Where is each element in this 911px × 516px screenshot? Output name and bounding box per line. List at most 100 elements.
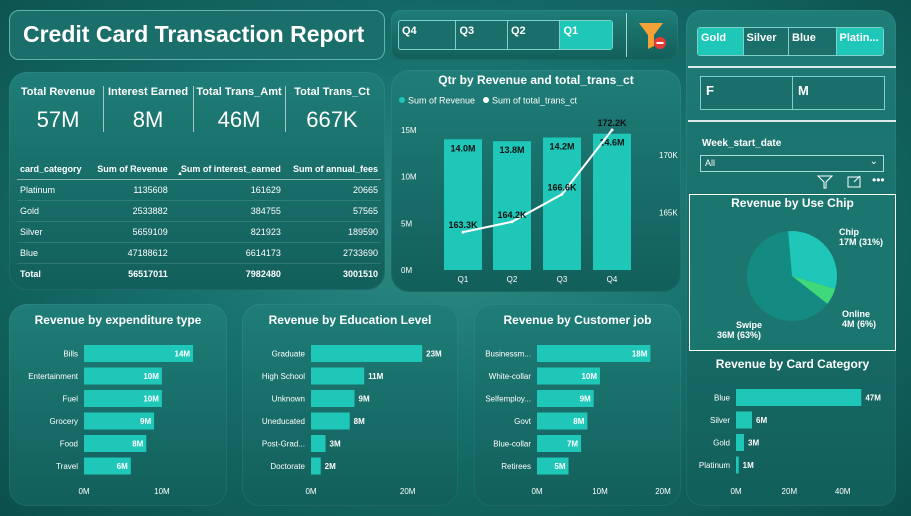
kpi-total-revenue: Total Revenue 57M (14, 86, 102, 133)
point-trans-ct-q3[interactable] (560, 192, 564, 196)
point-trans-ct-q1[interactable] (461, 230, 465, 234)
expenditure-chart-title: Revenue by expenditure type (34, 313, 202, 327)
category-label-businessm: Businessm... (485, 350, 531, 359)
slicer-divider (626, 13, 627, 57)
quarter-slicer: Q4 Q3 Q2 Q1 (398, 20, 613, 50)
table-cell: 3001510 (283, 263, 381, 284)
quarter-option-q4[interactable]: Q4 (399, 21, 457, 49)
quarter-option-q3[interactable]: Q3 (456, 21, 508, 49)
legend-marker-revenue (399, 97, 405, 103)
x-tick-label: Q4 (607, 275, 618, 284)
kpi-label: Total Revenue (20, 86, 96, 98)
table-cell: 2733690 (283, 242, 381, 264)
category-label-unknown: Unknown (272, 395, 305, 404)
pie-label-swipe-value: 36M (63%) (717, 330, 761, 340)
pie-label-chip-value: 17M (31%) (839, 237, 883, 247)
bar-revenue-q4[interactable] (593, 133, 631, 270)
data-label-silver: 6M (756, 416, 767, 425)
column-header[interactable]: card_category (17, 160, 90, 180)
y-tick-label: 0M (401, 266, 412, 275)
data-label-businessm: 18M (632, 350, 648, 359)
table-header-row: card_category Sum of Revenue Sum of inte… (17, 160, 381, 180)
bar-post-grad[interactable] (311, 435, 326, 452)
category-label-selfemploy: Selfemploy... (485, 395, 531, 404)
bar-graduate[interactable] (311, 345, 423, 362)
week-filter-dropdown[interactable]: All ⌄ (700, 155, 884, 172)
table-cell: Blue (17, 242, 90, 264)
legend-label-trans-ct: Sum of total_trans_ct (492, 96, 578, 106)
bar-unknown[interactable] (311, 390, 355, 407)
line-trans-ct (462, 129, 613, 234)
data-label-fuel: 10M (143, 395, 159, 404)
data-label-unknown: 9M (359, 395, 370, 404)
column-header[interactable]: Sum of annual_fees (283, 160, 381, 180)
bar-doctorate[interactable] (311, 457, 321, 475)
card-option-silver[interactable]: Silver (744, 28, 790, 55)
data-label-food: 8M (132, 440, 143, 449)
data-label-white-collar: 10M (581, 372, 597, 381)
card-option-blue[interactable]: Blue (789, 28, 837, 55)
gender-option-f[interactable]: F (701, 77, 793, 109)
legend-marker-trans-ct (483, 97, 489, 103)
y-tick-label: 15M (401, 126, 417, 135)
use-chip-pie-chart: Chip 17M (31%) Online 4M (6%) Swipe 36M … (717, 227, 883, 340)
category-label-gold: Gold (713, 439, 730, 448)
category-label-graduate: Graduate (272, 350, 306, 359)
pie-label-online-name: Online (842, 309, 870, 319)
table-cell: 56517011 (89, 263, 171, 284)
category-label-govt: Govt (514, 417, 532, 426)
quarter-option-q1[interactable]: Q1 (560, 21, 612, 49)
quarter-option-q2[interactable]: Q2 (508, 21, 561, 49)
kpi-label: Total Trans_Amt (196, 86, 282, 98)
data-label-blue-collar: 7M (567, 440, 578, 449)
category-label-platinum: Platinum (699, 461, 730, 470)
gender-option-m[interactable]: M (793, 77, 884, 109)
pie-label-swipe-name: Swipe (736, 320, 762, 330)
category-label-uneducated: Uneducated (262, 417, 305, 426)
table-cell: Silver (17, 221, 90, 243)
column-header[interactable]: Sum of interest_earned (170, 160, 284, 180)
kpi-label: Total Trans_Ct (294, 86, 370, 98)
focus-mode-icon[interactable] (846, 175, 862, 189)
divider-line (688, 66, 896, 68)
point-trans-ct-q2[interactable] (510, 220, 514, 224)
week-filter-value: All (705, 158, 716, 168)
table-cell: 6614173 (170, 242, 284, 264)
category-label-blue: Blue (714, 394, 731, 403)
expenditure-bar-chart: Bills 14M Entertainment 10M Fuel 10M Grocery 9M… (28, 345, 194, 496)
job-bar-chart: Businessm... 18M White-collar 10M Selfemploy… (485, 345, 671, 496)
pie-label-chip-name: Chip (839, 227, 859, 237)
kpi-total-trans-amt: Total Trans_Amt 46M (194, 86, 284, 133)
card-option-platinum[interactable]: Platin... (836, 28, 883, 55)
sort-ascending-icon[interactable]: ▲ (177, 171, 183, 177)
bar-revenue-q1[interactable] (444, 139, 482, 270)
filter-icon[interactable] (816, 175, 834, 189)
bar-silver[interactable] (736, 411, 752, 429)
bar-blue[interactable] (736, 389, 862, 406)
column-header[interactable]: Sum of Revenue (89, 160, 171, 180)
data-label-platinum: 1M (743, 461, 754, 470)
bar-revenue-q2[interactable] (493, 141, 531, 270)
more-options-icon[interactable]: ••• (872, 174, 890, 187)
data-label-doctorate: 2M (325, 462, 336, 471)
bar-uneducated[interactable] (311, 412, 350, 430)
bar-gold[interactable] (736, 434, 744, 451)
table-cell: Total (17, 263, 90, 284)
category-label-travel: Travel (56, 462, 78, 471)
x-tick-label: 20M (782, 487, 798, 496)
y2-tick-label: 170K (659, 151, 678, 160)
bar-revenue-q3[interactable] (543, 137, 581, 271)
bar-platinum[interactable] (736, 456, 739, 474)
category-label-food: Food (60, 440, 78, 449)
card-category-bar-chart: Blue 47M Silver 6M Gold 3M Platinum 1M 0M 20M 40M (699, 389, 881, 496)
table-cell: Gold (17, 200, 90, 222)
quarter-combo-chart: Sum of Revenue Sum of total_trans_ct 0M 5… (399, 96, 678, 284)
kpi-total-trans-ct: Total Trans_Ct 667K (286, 86, 378, 133)
bar-high-school[interactable] (311, 367, 365, 385)
data-label-trans-ct-q1: 163.3K (448, 220, 478, 230)
clear-filter-icon[interactable] (636, 18, 670, 52)
card-option-gold[interactable]: Gold (698, 28, 744, 55)
category-label-silver: Silver (710, 416, 730, 425)
point-trans-ct-q4[interactable] (610, 128, 614, 132)
x-tick-label: 0M (531, 487, 542, 496)
